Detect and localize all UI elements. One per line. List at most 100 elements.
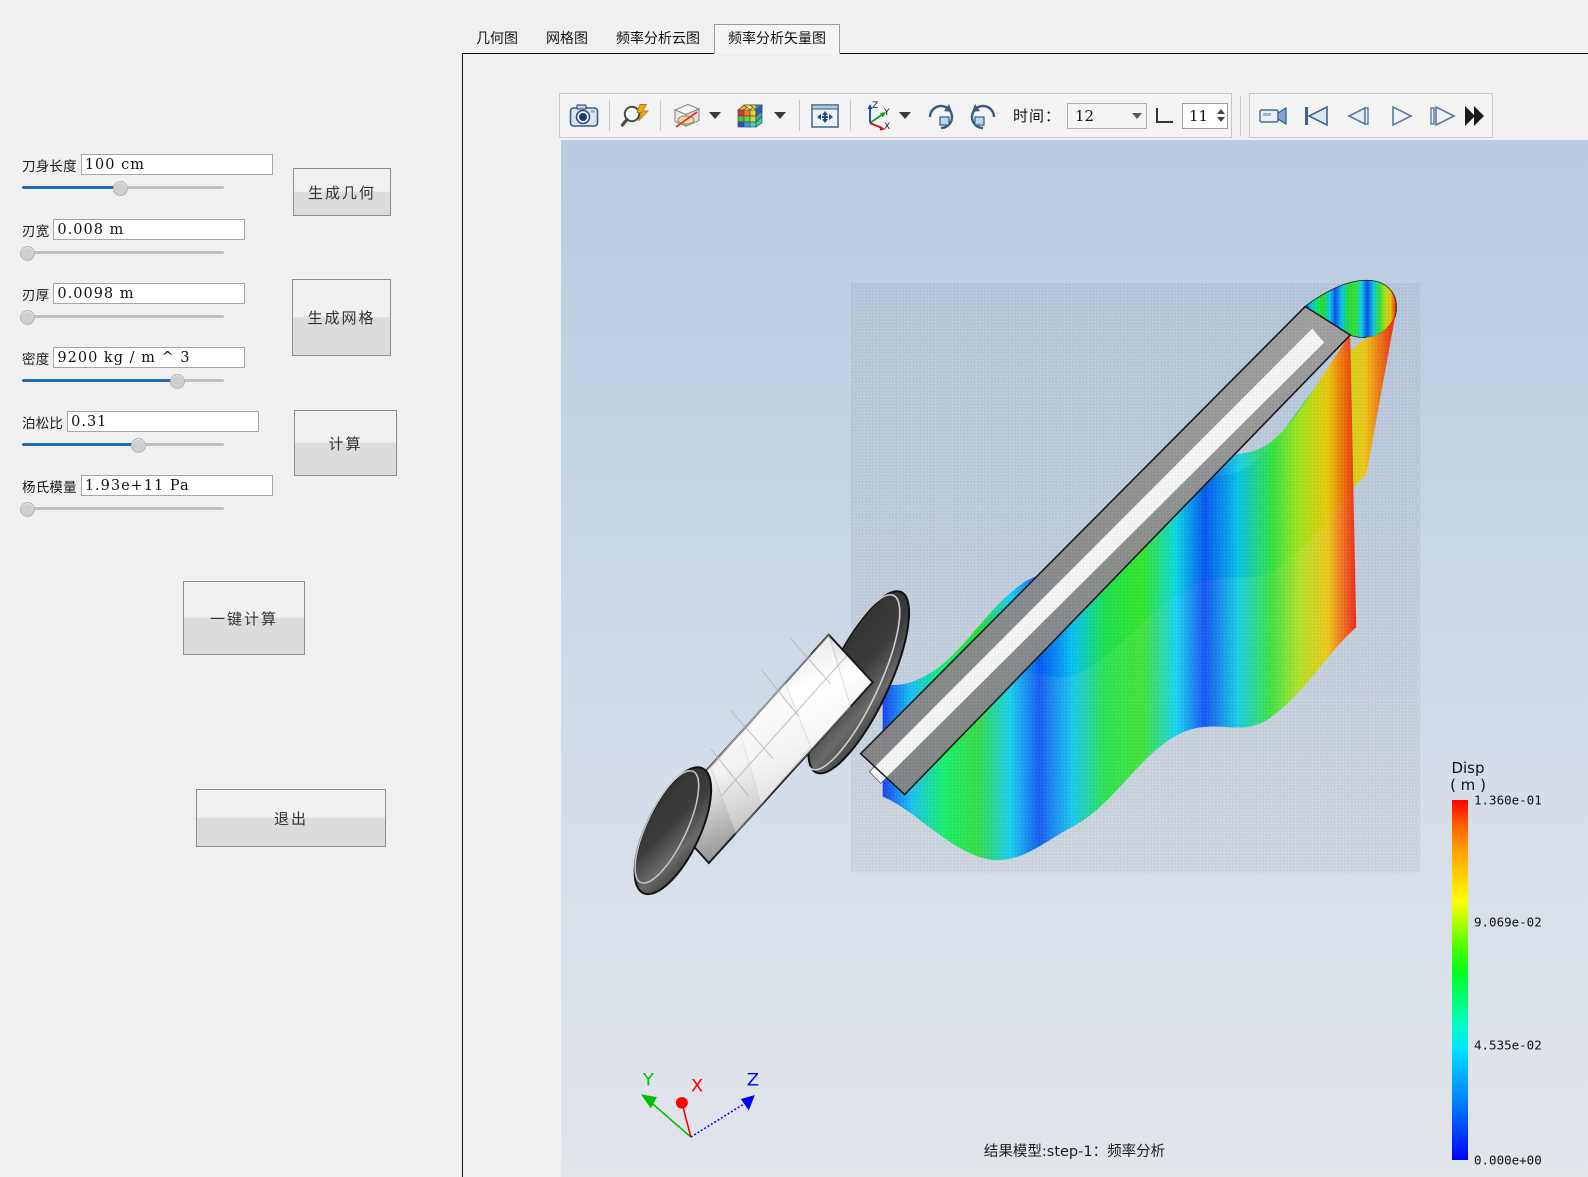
record-button[interactable] — [1253, 95, 1295, 136]
model-render: Y X Z — [633, 279, 1421, 1138]
param-row-poisson-ratio: 泊松比 — [22, 411, 260, 453]
spinner-down-icon[interactable] — [1217, 117, 1226, 122]
main-content-area: 几何图 网格图 频率分析云图 频率分析矢量图 Z Y X 时间： 12 11 Y… — [462, 0, 1588, 1177]
edge-width-input[interactable] — [53, 219, 246, 240]
blade-length-input[interactable] — [80, 154, 273, 175]
axis-triad-icon: Z Y X — [867, 101, 890, 131]
density-input[interactable] — [53, 347, 246, 368]
slider-track — [22, 507, 224, 510]
blade-length-slider[interactable] — [22, 180, 224, 196]
slider-knob[interactable] — [20, 246, 36, 261]
viewer-toolbar: Z Y X 时间： 12 11 — [559, 92, 1588, 139]
viewport-axis-triad: Y X Z — [640, 1071, 759, 1138]
slider-fill — [22, 443, 138, 446]
expand-button[interactable] — [1463, 95, 1489, 136]
slider-knob[interactable] — [112, 181, 128, 196]
time-combobox[interactable]: 12 — [1067, 102, 1148, 129]
step-back-icon — [1347, 106, 1369, 125]
slider-track — [22, 251, 224, 254]
slider-knob[interactable] — [20, 310, 36, 325]
generate-mesh-button[interactable]: 生成网格 — [292, 279, 391, 356]
edge-width-slider[interactable] — [20, 245, 224, 261]
toolbar-group-separator — [1240, 95, 1242, 136]
axis-view-button[interactable]: Z Y X — [855, 95, 897, 136]
legend-bar-wrapper: 1.360e-01 9.069e-02 4.535e-02 0.000e+00 — [1440, 793, 1550, 1168]
density-slider[interactable] — [22, 373, 224, 389]
param-row-density: 密度 — [22, 347, 246, 389]
param-row-edge-width: 刃宽 — [20, 219, 246, 261]
slider-knob[interactable] — [131, 438, 147, 453]
axis-view-dropdown-caret[interactable] — [899, 112, 911, 119]
frame-spinner[interactable]: 11 — [1182, 102, 1229, 129]
slider-knob[interactable] — [169, 374, 185, 389]
color-cube-icon — [737, 103, 763, 128]
toolbar-separator — [799, 100, 800, 131]
time-combobox-value: 12 — [1075, 106, 1095, 125]
one-click-compute-button[interactable]: 一键计算 — [183, 581, 305, 655]
param-label: 刀身长度 — [22, 158, 77, 175]
expand-arrows-icon — [1465, 105, 1485, 126]
poisson-ratio-slider[interactable] — [22, 437, 224, 453]
tab-frequency-contour[interactable]: 频率分析云图 — [602, 24, 714, 54]
result-status-text: 结果模型:step-1：频率分析 — [983, 1144, 1166, 1160]
tab-bar: 几何图 网格图 频率分析云图 频率分析矢量图 — [462, 22, 840, 54]
param-row-edge-thickness: 刃厚 — [20, 283, 246, 325]
toolbar-group-playback — [1249, 93, 1494, 138]
snapshot-button[interactable] — [563, 95, 605, 136]
svg-text:Y: Y — [883, 108, 890, 118]
poisson-ratio-input[interactable] — [67, 411, 260, 432]
spinner-up-icon[interactable] — [1217, 109, 1226, 114]
edge-thickness-slider[interactable] — [20, 309, 224, 325]
param-label: 密度 — [22, 351, 50, 368]
slider-knob[interactable] — [20, 502, 36, 517]
toolbar-group-view: Z Y X 时间： 12 11 — [559, 93, 1233, 138]
rotate-cw-button[interactable] — [920, 95, 962, 136]
legend-tick-lower-mid: 4.535e-02 — [1474, 1037, 1542, 1053]
colormap-button[interactable] — [730, 95, 772, 136]
param-label: 杨氏模量 — [22, 479, 77, 496]
toolbar-separator — [850, 100, 851, 131]
pan-arrows-icon — [811, 103, 839, 128]
rotate-ccw-button[interactable] — [962, 95, 1004, 136]
step-forward-button[interactable] — [1421, 95, 1463, 136]
exit-button[interactable]: 退出 — [196, 789, 386, 847]
colormap-dropdown-caret[interactable] — [774, 112, 786, 119]
frame-spinner-value: 11 — [1189, 106, 1209, 125]
skip-to-start-icon — [1305, 105, 1328, 126]
tab-panel-frequency-vector: Z Y X 时间： 12 11 Y X Z Disp (m) 1.360e-… — [462, 53, 1588, 1177]
3d-viewport[interactable]: Y X Z Disp ( m ) 1.360e-01 9.069e-02 4.5… — [561, 140, 1588, 1177]
magnifier-lightning-icon — [620, 103, 650, 127]
compute-button[interactable]: 计算 — [294, 410, 397, 476]
clip-plane-button[interactable] — [665, 95, 707, 136]
rotate-ccw-icon — [970, 103, 996, 129]
tab-mesh[interactable]: 网格图 — [532, 24, 602, 54]
time-label: 时间： — [1013, 107, 1062, 125]
param-row-youngs-modulus: 杨氏模量 — [20, 475, 273, 517]
clip-plane-dropdown-caret[interactable] — [709, 112, 721, 119]
rotate-cw-icon — [928, 103, 954, 129]
box-section-icon — [673, 103, 701, 128]
svg-text:Y: Y — [642, 1071, 654, 1091]
edge-thickness-input[interactable] — [53, 283, 246, 304]
youngs-modulus-slider[interactable] — [20, 501, 224, 517]
pan-button[interactable] — [804, 95, 846, 136]
svg-text:X: X — [884, 122, 890, 131]
spinner-arrows[interactable] — [1217, 109, 1226, 122]
generate-geometry-button[interactable]: 生成几何 — [293, 168, 391, 216]
parameter-panel: 刀身长度 刃宽 刃厚 密度 — [0, 0, 462, 1177]
play-button[interactable] — [1379, 95, 1421, 136]
step-back-button[interactable] — [1337, 95, 1379, 136]
vector-glyph-speckle — [850, 282, 1421, 873]
youngs-modulus-input[interactable] — [80, 475, 273, 496]
color-legend: Disp ( m ) 1.360e-01 9.069e-02 4.535e-02… — [1440, 759, 1550, 1168]
zoom-fit-button[interactable] — [614, 95, 656, 136]
first-frame-button[interactable] — [1295, 95, 1337, 136]
tab-frequency-vector[interactable]: 频率分析矢量图 — [714, 24, 840, 54]
corner-glyph-icon — [1156, 108, 1174, 123]
param-label: 泊松比 — [22, 415, 64, 432]
chevron-down-icon — [1132, 112, 1143, 119]
legend-units-text: ( m ) — [1450, 776, 1486, 794]
tab-geometry[interactable]: 几何图 — [462, 24, 532, 54]
legend-colorbar — [1452, 800, 1468, 1160]
legend-title-text: Disp — [1451, 759, 1485, 777]
